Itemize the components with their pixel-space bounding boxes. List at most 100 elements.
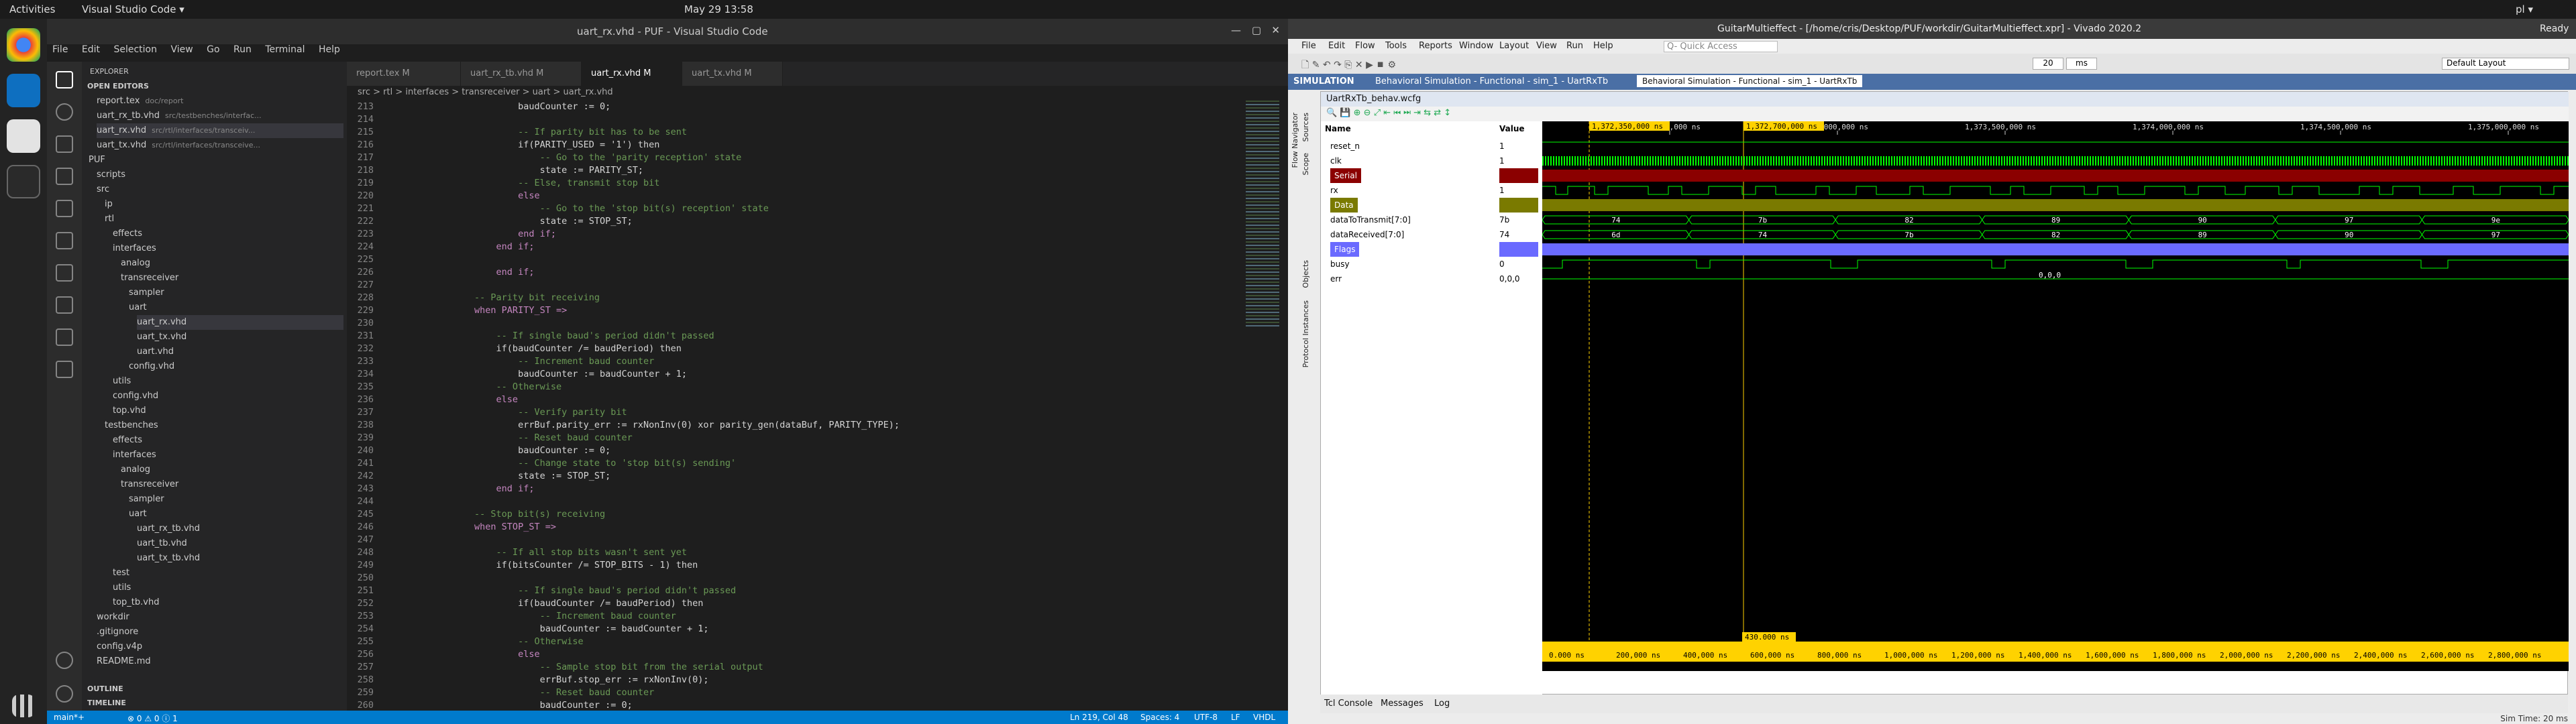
tree-item[interactable]: analog (121, 463, 343, 477)
tree-item[interactable]: test (113, 566, 343, 581)
code-line[interactable]: 260 baudCounter := 0; (347, 699, 633, 711)
tab-uart-rx[interactable]: uart_rx.vhd M (582, 62, 682, 86)
tree-item[interactable]: PUF (89, 153, 343, 168)
code-line[interactable]: 246 when STOP_ST => (347, 521, 556, 534)
tab-uart-rx-tb[interactable]: uart_rx_tb.vhd M (461, 62, 582, 86)
code-line[interactable]: 250 (347, 572, 387, 585)
docker-icon[interactable] (56, 328, 73, 346)
code-line[interactable]: 223 end if; (347, 228, 556, 241)
tree-item[interactable]: uart_rx.vhd src/rtl/interfaces/transceiv.… (97, 123, 343, 138)
simulation-tab[interactable]: Behavioral Simulation - Functional - sim… (1637, 75, 1863, 87)
encoding[interactable]: UTF-8 (1194, 713, 1218, 722)
code-line[interactable]: 255 -- Otherwise (347, 636, 584, 648)
language-mode[interactable]: VHDL (1253, 713, 1275, 722)
cursor-position[interactable]: Ln 219, Col 48 (1070, 713, 1128, 722)
files-icon[interactable] (7, 119, 40, 153)
wave-toolbar-icons[interactable]: 🔍 💾 ⊕ ⊖ ⤢ ⇤ ⏮ ⏭ ⇥ ⇆ ⇄ ↕ (1326, 108, 1451, 118)
code-line[interactable]: 259 -- Reset baud counter (347, 686, 655, 699)
tree-item[interactable]: sampler (129, 492, 343, 507)
menu-run[interactable]: Run (233, 44, 252, 55)
tree-item[interactable]: scripts (97, 168, 343, 182)
signal-name[interactable]: Flags (1330, 242, 1360, 257)
toolbar-icons[interactable]: 🗋 ✎ ↶ ↷ ⎘ ✕ ▶ ⏹ ⚙ (1301, 58, 1396, 74)
vv-menu-flow[interactable]: Flow (1355, 41, 1375, 51)
signal-name[interactable]: rx (1330, 183, 1338, 198)
tree-item[interactable]: utils (113, 374, 343, 389)
tree-item[interactable]: config.vhd (113, 389, 343, 404)
menu-terminal[interactable]: Terminal (265, 44, 305, 55)
terminal-icon[interactable] (7, 165, 40, 198)
tree-item[interactable]: uart_rx_tb.vhd (137, 522, 343, 536)
menu-view[interactable]: View (170, 44, 193, 55)
menu-edit[interactable]: Edit (82, 44, 100, 55)
menu-help[interactable]: Help (319, 44, 340, 55)
code-line[interactable]: 214 (347, 113, 387, 126)
tex-icon[interactable] (56, 264, 73, 282)
signal-name[interactable]: Serial (1330, 168, 1361, 183)
objects-tab[interactable]: Objects (1301, 260, 1310, 288)
clock[interactable]: May 29 13:58 (684, 3, 753, 15)
activities-button[interactable]: Activities (9, 3, 55, 15)
code-line[interactable]: 242 state := STOP_ST; (347, 470, 611, 483)
code-line[interactable]: 220 else (347, 190, 540, 202)
files-icon[interactable] (56, 71, 73, 88)
active-app-menu[interactable]: Visual Studio Code ▾ (82, 3, 184, 15)
vv-menu-window[interactable]: Window (1459, 41, 1493, 51)
run-time-input[interactable]: 20 (2033, 58, 2063, 70)
code-line[interactable]: 219 -- Else, transmit stop bit (347, 177, 660, 190)
run-debug-icon[interactable] (56, 168, 73, 185)
remote-explorer-icon[interactable] (56, 232, 73, 249)
code-line[interactable]: 256 else (347, 648, 540, 661)
code-line[interactable]: 253 -- Increment baud counter (347, 610, 676, 623)
code-line[interactable]: 213 baudCounter := 0; (347, 101, 611, 113)
source-control-icon[interactable] (56, 135, 73, 153)
code-line[interactable]: 225 (347, 253, 387, 266)
code-line[interactable]: 215 -- If parity bit has to be sent (347, 126, 687, 139)
menu-go[interactable]: Go (207, 44, 219, 55)
tree-item[interactable]: rtl (105, 212, 343, 227)
waveform-canvas[interactable]: 1,372,500,000 ns1,373,000,000 ns1,373,50… (1542, 121, 2569, 671)
indentation[interactable]: Spaces: 4 (1140, 713, 1179, 722)
code-line[interactable]: 222 state := STOP_ST; (347, 215, 633, 228)
open-editors-header[interactable]: OPEN EDITORS (87, 79, 149, 94)
code-line[interactable]: 227 (347, 279, 387, 292)
code-line[interactable]: 237 -- Verify parity bit (347, 406, 627, 419)
vv-menu-help[interactable]: Help (1593, 41, 1613, 51)
tree-item[interactable]: effects (113, 433, 343, 448)
app-grid-icon[interactable] (12, 695, 35, 717)
flow-navigator-tab[interactable]: Flow Navigator (1291, 113, 1299, 168)
minimize-icon[interactable]: — (1231, 24, 1241, 36)
messages-tab[interactable]: Messages (1381, 699, 1424, 709)
chrome-icon[interactable] (7, 28, 40, 62)
tree-item[interactable]: workdir (97, 610, 343, 625)
code-line[interactable]: 251 -- If single baud's period didn't pa… (347, 585, 737, 597)
search-icon[interactable] (56, 103, 73, 121)
signal-name[interactable]: dataToTransmit[7:0] (1330, 213, 1411, 227)
code-line[interactable]: 249 if(bitsCounter /= STOP_BITS - 1) the… (347, 559, 698, 572)
line-endings[interactable]: LF (1231, 713, 1240, 722)
git-branch[interactable]: main*+ (54, 713, 85, 722)
vscode-icon[interactable] (7, 74, 40, 107)
tree-item[interactable]: transreceiver (121, 271, 343, 286)
tree-item[interactable]: report.tex doc/report (97, 94, 343, 109)
tree-item[interactable]: interfaces (113, 448, 343, 463)
code-line[interactable]: 238 errBuf.parity_err := rxNonInv(0) xor… (347, 419, 900, 432)
tree-item[interactable]: config.vhd (129, 359, 343, 374)
vv-menu-layout[interactable]: Layout (1499, 41, 1529, 51)
maximize-icon[interactable]: ▢ (1252, 24, 1261, 36)
tree-item[interactable]: ip (105, 197, 343, 212)
outline-header[interactable]: OUTLINE (87, 682, 123, 697)
code-editor[interactable]: 213 baudCounter := 0; 214 215 -- If parity… (347, 101, 1219, 711)
github-icon[interactable] (56, 361, 73, 378)
tree-item[interactable]: transreceiver (121, 477, 343, 492)
extensions-icon[interactable] (56, 200, 73, 217)
quick-access-input[interactable]: Q- Quick Access (1664, 41, 1778, 52)
tree-item[interactable]: uart.vhd (137, 345, 343, 359)
code-line[interactable]: 239 -- Reset baud counter (347, 432, 633, 444)
signal-name[interactable]: clk (1330, 154, 1342, 168)
testing-icon[interactable] (56, 296, 73, 314)
minimap[interactable] (1246, 101, 1279, 328)
sources-tab[interactable]: Sources (1301, 113, 1310, 142)
layout-select[interactable]: Default Layout (2442, 58, 2569, 70)
tree-item[interactable]: top_tb.vhd (113, 595, 343, 610)
